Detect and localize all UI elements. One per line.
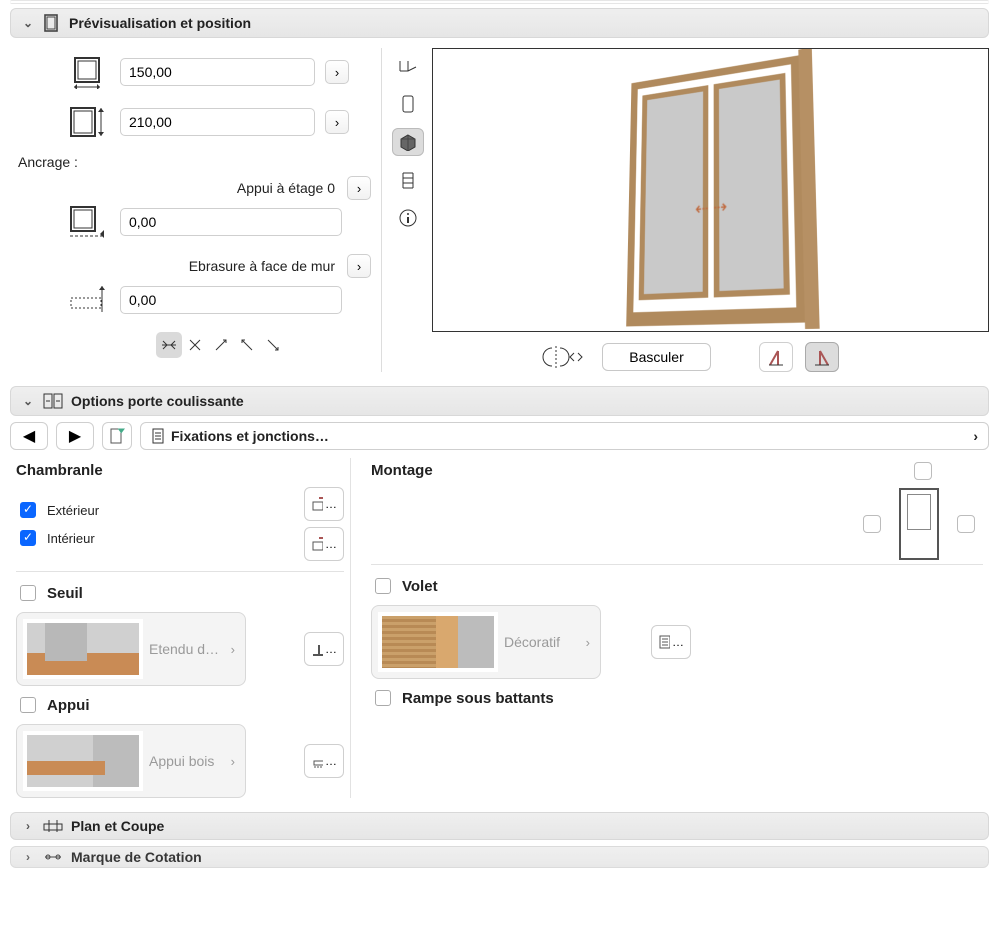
chambranle-int-row[interactable]: Intérieur bbox=[16, 527, 99, 549]
seuil-row[interactable]: Seuil bbox=[16, 582, 344, 604]
opening-right-button[interactable] bbox=[805, 342, 839, 372]
chambranle-int-label: Intérieur bbox=[47, 531, 95, 546]
anchor-story-input[interactable] bbox=[120, 208, 342, 236]
appui-thumb bbox=[23, 731, 143, 791]
anchor-reveal-label[interactable]: Ebrasure à face de mur bbox=[156, 258, 341, 274]
chambranle-int-settings[interactable]: … bbox=[304, 527, 344, 561]
volet-thumb bbox=[378, 612, 498, 672]
seuil-card-label: Etendu d… bbox=[149, 641, 225, 657]
volet-title: Volet bbox=[402, 578, 438, 595]
anchor-sill-icon bbox=[66, 204, 110, 240]
chevron-right-icon: › bbox=[586, 635, 590, 650]
chevron-right-icon: › bbox=[231, 642, 235, 657]
section-title: Options porte coulissante bbox=[71, 393, 244, 409]
chambranle-ext-checkbox[interactable] bbox=[20, 502, 36, 518]
chevron-right-icon: › bbox=[973, 428, 978, 444]
montage-title: Montage bbox=[371, 462, 433, 479]
chevron-right-icon: › bbox=[21, 819, 35, 833]
anchor-mode-2[interactable] bbox=[182, 332, 208, 358]
chambranle-ext-label: Extérieur bbox=[47, 503, 99, 518]
sliding-door-icon bbox=[43, 392, 63, 410]
rampe-row[interactable]: Rampe sous battants bbox=[371, 687, 983, 709]
height-dim-icon bbox=[66, 104, 110, 140]
seuil-checkbox[interactable] bbox=[20, 585, 36, 601]
anchor-mode-3[interactable] bbox=[208, 332, 234, 358]
page-icon bbox=[151, 428, 165, 444]
opening-direction-icon: ⇠ ⇢ bbox=[695, 197, 727, 221]
rampe-checkbox[interactable] bbox=[375, 690, 391, 706]
chevron-down-icon: ⌄ bbox=[21, 16, 35, 30]
breadcrumb-button[interactable]: Fixations et jonctions… › bbox=[140, 422, 989, 450]
width-dim-icon bbox=[66, 54, 110, 90]
appui-checkbox[interactable] bbox=[20, 697, 36, 713]
flip-mirror-icon[interactable] bbox=[542, 344, 590, 370]
anchor-side-toggle-group bbox=[156, 332, 375, 358]
section-title: Prévisualisation et position bbox=[69, 15, 251, 31]
montage-top-checkbox[interactable] bbox=[914, 462, 932, 480]
anchor-mode-1[interactable] bbox=[156, 332, 182, 358]
seuil-title: Seuil bbox=[47, 585, 83, 602]
volet-checkbox[interactable] bbox=[375, 578, 391, 594]
chevron-right-icon: › bbox=[231, 754, 235, 769]
volet-row[interactable]: Volet bbox=[371, 575, 983, 597]
nav-bookmark-button[interactable] bbox=[102, 422, 132, 450]
view-section-icon[interactable] bbox=[392, 166, 424, 194]
seuil-card[interactable]: Etendu d… › bbox=[16, 612, 246, 686]
door-header-icon bbox=[43, 14, 61, 32]
opening-left-button[interactable] bbox=[759, 342, 793, 372]
view-elevation-icon[interactable] bbox=[392, 90, 424, 118]
section-title: Marque de Cotation bbox=[71, 849, 202, 865]
montage-left-checkbox[interactable] bbox=[863, 515, 881, 533]
flip-button[interactable]: Basculer bbox=[602, 343, 710, 371]
section-header-preview[interactable]: ⌄ Prévisualisation et position bbox=[10, 8, 989, 38]
anchor-reveal-input[interactable] bbox=[120, 286, 342, 314]
info-icon[interactable] bbox=[392, 204, 424, 232]
volet-settings[interactable]: … bbox=[651, 625, 691, 659]
anchor-reveal-menu[interactable]: › bbox=[347, 254, 371, 278]
appui-settings[interactable]: … bbox=[304, 744, 344, 778]
montage-grid bbox=[863, 458, 983, 554]
chevron-down-icon: ⌄ bbox=[21, 394, 35, 408]
anchor-mode-4[interactable] bbox=[234, 332, 260, 358]
chambranle-title: Chambranle bbox=[16, 462, 344, 479]
appui-card[interactable]: Appui bois › bbox=[16, 724, 246, 798]
montage-door-icon bbox=[899, 488, 939, 560]
appui-row[interactable]: Appui bbox=[16, 694, 344, 716]
anchor-story-menu[interactable]: › bbox=[347, 176, 371, 200]
volet-card-label: Décoratif bbox=[504, 634, 580, 650]
width-step-button[interactable]: › bbox=[325, 60, 349, 84]
chambranle-ext-settings[interactable]: … bbox=[304, 487, 344, 521]
quote-mark-icon bbox=[43, 849, 63, 865]
height-input[interactable] bbox=[120, 108, 315, 136]
appui-title: Appui bbox=[47, 697, 90, 714]
breadcrumb-label: Fixations et jonctions… bbox=[171, 428, 329, 444]
seuil-thumb bbox=[23, 619, 143, 679]
view-wireframe-icon[interactable] bbox=[392, 52, 424, 80]
anchor-story-label[interactable]: Appui à étage 0 bbox=[156, 180, 341, 196]
view-3d-icon[interactable] bbox=[392, 128, 424, 156]
height-step-button[interactable]: › bbox=[325, 110, 349, 134]
anchor-label: Ancrage : bbox=[18, 154, 375, 170]
chambranle-int-checkbox[interactable] bbox=[20, 530, 36, 546]
nav-back-button[interactable]: ◀ bbox=[10, 422, 48, 450]
anchor-mode-5[interactable] bbox=[260, 332, 286, 358]
volet-card[interactable]: Décoratif › bbox=[371, 605, 601, 679]
preview-viewport[interactable]: ⇠ ⇢ bbox=[432, 48, 989, 332]
width-input[interactable] bbox=[120, 58, 315, 86]
appui-card-label: Appui bois bbox=[149, 753, 225, 769]
rampe-title: Rampe sous battants bbox=[402, 690, 554, 707]
nav-forward-button[interactable]: ▶ bbox=[56, 422, 94, 450]
seuil-settings[interactable]: … bbox=[304, 632, 344, 666]
section-header-plan[interactable]: › Plan et Coupe bbox=[10, 812, 989, 840]
section-header-quote[interactable]: › Marque de Cotation bbox=[10, 846, 989, 868]
chevron-right-icon: › bbox=[21, 850, 35, 864]
anchor-reveal-icon bbox=[66, 282, 110, 318]
section-header-options[interactable]: ⌄ Options porte coulissante bbox=[10, 386, 989, 416]
chambranle-ext-row[interactable]: Extérieur bbox=[16, 499, 99, 521]
plan-icon bbox=[43, 818, 63, 834]
section-title: Plan et Coupe bbox=[71, 818, 164, 834]
montage-right-checkbox[interactable] bbox=[957, 515, 975, 533]
